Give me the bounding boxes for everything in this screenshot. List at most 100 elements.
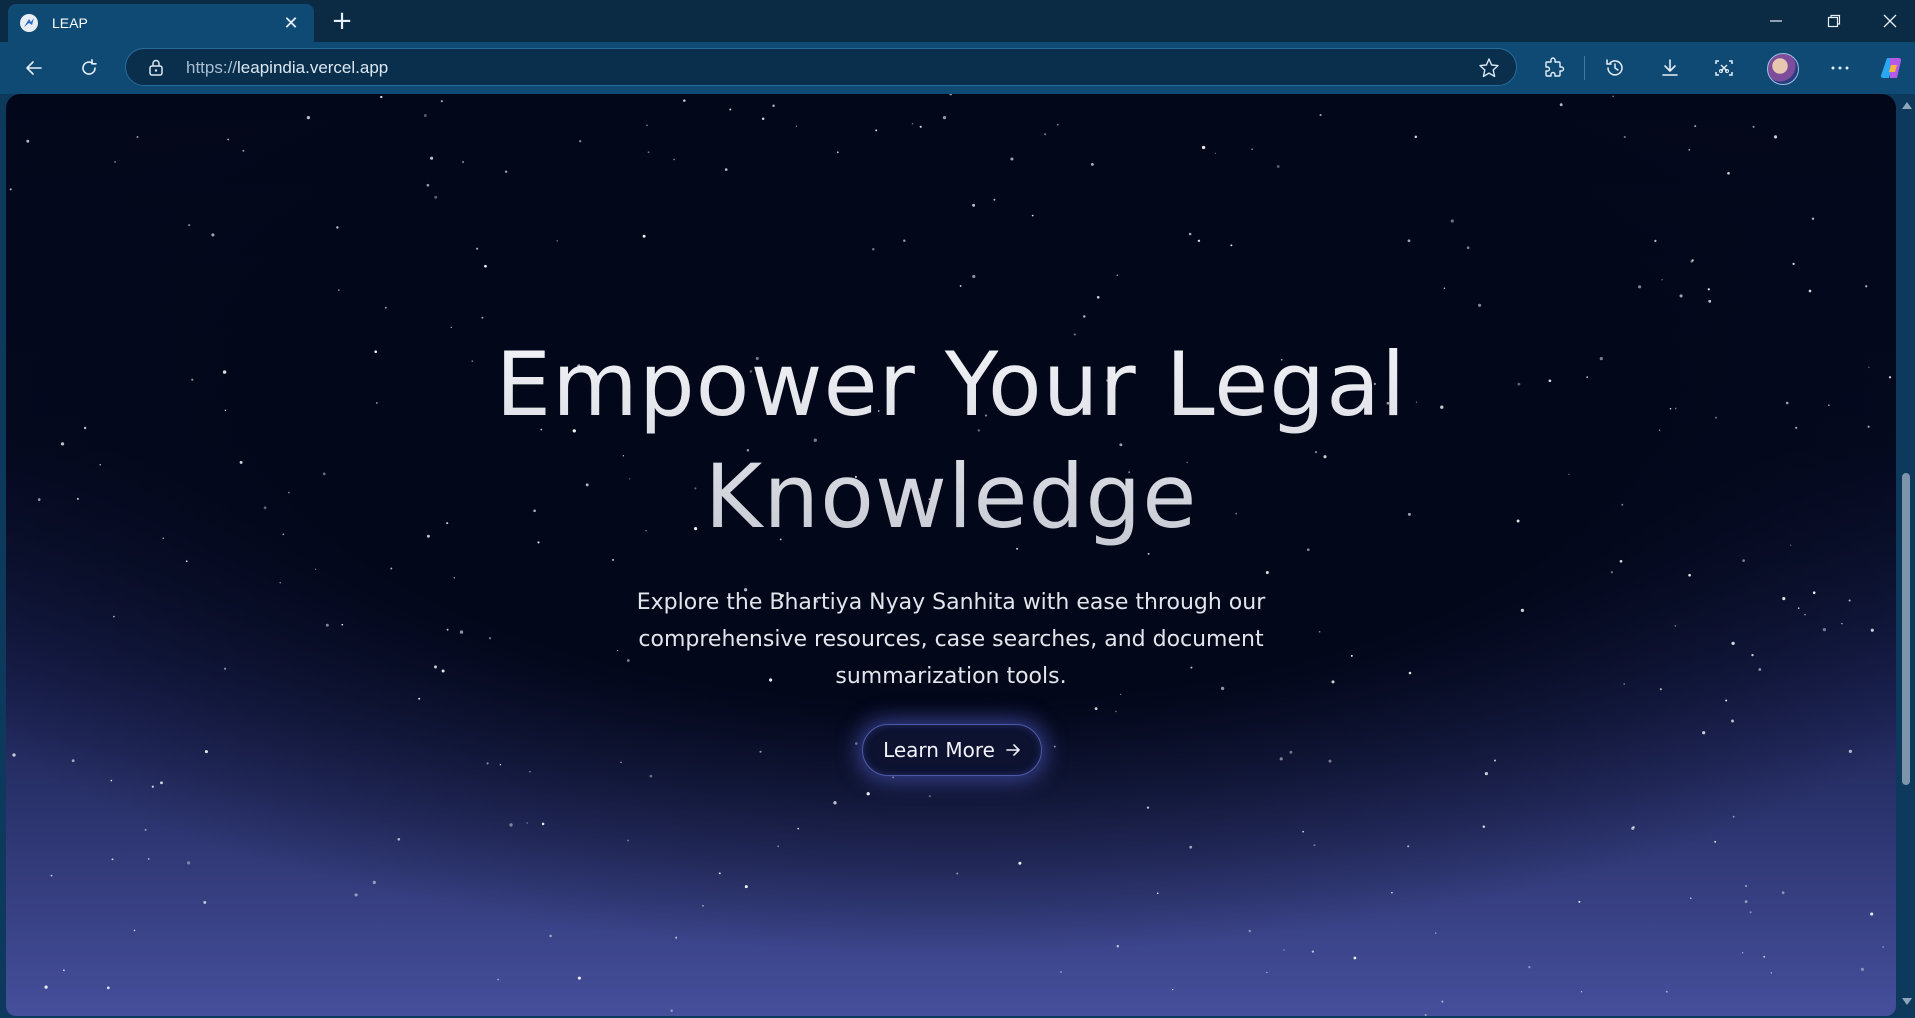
star [1811, 217, 1815, 220]
new-tab-button[interactable]: + [326, 5, 358, 37]
star [642, 234, 646, 238]
arrow-right-icon [1006, 744, 1020, 756]
screenshot-icon [1715, 60, 1733, 76]
download-icon [1662, 59, 1678, 76]
star [1302, 830, 1304, 833]
star [1188, 232, 1192, 236]
star [1482, 825, 1486, 828]
star [336, 226, 339, 229]
star [1528, 966, 1531, 969]
star [1808, 289, 1812, 293]
star [1060, 970, 1062, 973]
star [1115, 710, 1117, 713]
browser-tab[interactable]: LEAP ✕ [8, 4, 314, 42]
star [1781, 891, 1785, 895]
star [1782, 597, 1786, 601]
close-window-button[interactable] [1862, 0, 1915, 42]
profile-avatar[interactable] [1767, 53, 1799, 85]
star [1319, 114, 1322, 117]
star [1679, 294, 1683, 298]
url-protocol: https:// [186, 58, 238, 77]
star [450, 326, 452, 329]
hero-subtitle-line-2: comprehensive resources, case searches, … [638, 627, 1264, 652]
toolbar-separator [1584, 56, 1585, 80]
star [1450, 219, 1454, 223]
star [1770, 972, 1772, 974]
star [306, 116, 310, 120]
scroll-down-icon[interactable] [1901, 997, 1913, 1007]
lock-icon[interactable] [148, 58, 164, 80]
star [279, 582, 281, 584]
minimize-button[interactable] [1748, 0, 1804, 42]
star [1822, 627, 1827, 632]
star [911, 122, 914, 125]
extensions-button[interactable] [1536, 50, 1572, 86]
star [1691, 259, 1694, 262]
learn-more-label: Learn More [883, 738, 995, 762]
star [772, 104, 775, 107]
tab-close-icon[interactable]: ✕ [280, 13, 302, 34]
star [1083, 315, 1086, 318]
star-icon[interactable] [1478, 57, 1500, 83]
hero-subtitle-line-1: Explore the Bhartiya Nyay Sanhita with e… [636, 590, 1266, 615]
star [1201, 145, 1206, 150]
star [504, 170, 508, 173]
star [1147, 552, 1150, 555]
star [1044, 133, 1047, 136]
star [423, 114, 427, 117]
reload-button[interactable] [71, 50, 107, 86]
star [761, 117, 765, 120]
star [1189, 845, 1193, 849]
scroll-up-icon[interactable] [1901, 100, 1913, 110]
close-icon [1883, 14, 1897, 28]
star [110, 779, 113, 782]
star [1610, 571, 1614, 574]
star [430, 156, 434, 160]
address-bar[interactable]: https://leapindia.vercel.app [125, 48, 1517, 86]
star [1443, 287, 1446, 290]
star [1690, 897, 1692, 899]
star [1053, 745, 1056, 748]
star [111, 858, 114, 861]
star [1674, 625, 1677, 627]
star [1018, 861, 1022, 865]
star [797, 827, 800, 830]
url-text[interactable]: https://leapindia.vercel.app [186, 58, 388, 78]
star [434, 195, 438, 199]
star [1623, 135, 1626, 139]
star [341, 623, 344, 626]
star [903, 239, 906, 242]
star [390, 567, 393, 570]
back-button[interactable] [16, 50, 52, 86]
star [187, 223, 191, 227]
copilot-button[interactable] [1874, 50, 1910, 86]
star [476, 247, 479, 250]
downloads-button[interactable] [1652, 50, 1688, 86]
star [702, 905, 704, 907]
star [441, 669, 445, 673]
star [1732, 815, 1735, 818]
star [866, 792, 870, 796]
star [1619, 559, 1623, 563]
star [549, 934, 552, 938]
learn-more-button[interactable]: Learn More [862, 724, 1042, 776]
star [26, 139, 30, 143]
more-button[interactable] [1822, 50, 1858, 86]
star [1056, 123, 1059, 126]
star [1688, 149, 1691, 151]
star [224, 667, 227, 670]
star [620, 761, 622, 764]
star [1311, 950, 1315, 953]
history-button[interactable] [1597, 50, 1633, 86]
star [627, 839, 630, 842]
screenshot-button[interactable] [1706, 50, 1742, 86]
star [1612, 95, 1614, 98]
star [949, 94, 953, 96]
scrollbar-thumb[interactable] [1902, 473, 1910, 785]
star [185, 560, 188, 563]
star [440, 100, 443, 103]
star [1688, 573, 1691, 577]
restore-button[interactable] [1806, 0, 1862, 42]
star [384, 306, 387, 309]
star [160, 781, 163, 785]
